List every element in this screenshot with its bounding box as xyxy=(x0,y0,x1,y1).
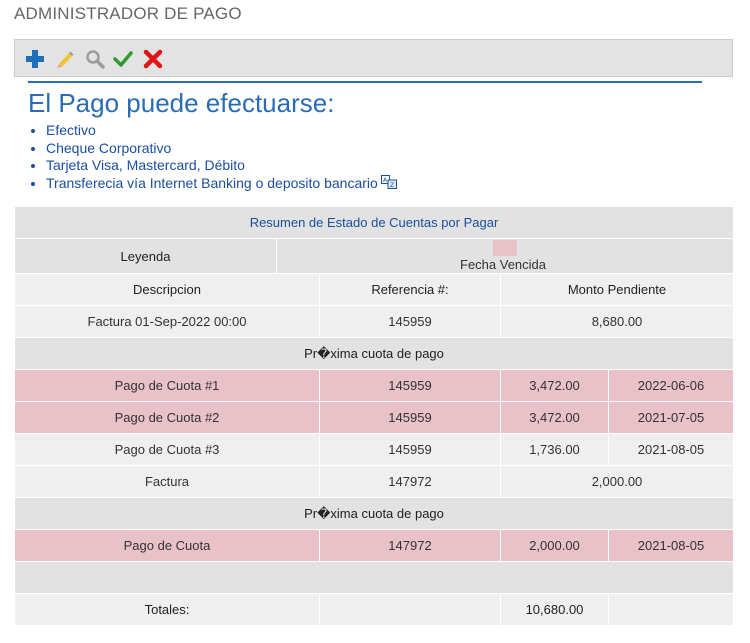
invoice-reference: 147972 xyxy=(319,465,501,498)
check-icon[interactable] xyxy=(112,48,134,70)
spacer-row xyxy=(14,561,734,594)
summary-title: Resumen de Estado de Cuentas por Pagar xyxy=(14,206,734,239)
spacer-cell xyxy=(14,561,734,594)
section-divider xyxy=(28,81,702,83)
legend-row: Leyenda Fecha Vencida xyxy=(14,238,734,274)
section-row: Pr�xima cuota de pago xyxy=(14,337,734,370)
installment-description: Pago de Cuota #2 xyxy=(14,401,320,434)
installment-reference: 145959 xyxy=(319,401,501,434)
section-row: Pr�xima cuota de pago xyxy=(14,497,734,530)
installment-description: Pago de Cuota #3 xyxy=(14,433,320,466)
invoice-amount: 8,680.00 xyxy=(500,305,734,338)
col-header-description: Descripcion xyxy=(14,273,320,306)
installment-row: Pago de Cuota #1 145959 3,472.00 2022-06… xyxy=(14,369,734,402)
installment-date: 2021-08-05 xyxy=(608,433,734,466)
totals-empty-cell xyxy=(319,593,501,626)
installment-amount: 3,472.00 xyxy=(500,401,609,434)
payment-methods-list: Efectivo Cheque Corporativo Tarjeta Visa… xyxy=(28,122,397,193)
installment-description: Pago de Cuota xyxy=(14,529,320,562)
installment-date: 2022-06-06 xyxy=(608,369,734,402)
installment-amount: 3,472.00 xyxy=(500,369,609,402)
translate-icon[interactable]: AZ xyxy=(380,174,397,194)
invoice-row: Factura 01-Sep-2022 00:00 145959 8,680.0… xyxy=(14,305,734,338)
edit-pencil-icon[interactable] xyxy=(54,48,76,70)
invoice-description: Factura 01-Sep-2022 00:00 xyxy=(14,305,320,338)
installment-date: 2021-07-05 xyxy=(608,401,734,434)
payment-heading: El Pago puede efectuarse: xyxy=(28,88,335,118)
section-label: Pr�xima cuota de pago xyxy=(14,337,734,370)
invoice-row: Factura 147972 2,000.00 xyxy=(14,465,734,498)
search-magnifier-icon[interactable] xyxy=(84,48,106,70)
page-title: ADMINISTRADOR DE PAGO xyxy=(14,4,242,23)
totals-empty-cell xyxy=(608,593,734,626)
installment-row: Pago de Cuota 147972 2,000.00 2021-08-05 xyxy=(14,529,734,562)
installment-row: Pago de Cuota #3 145959 1,736.00 2021-08… xyxy=(14,433,734,466)
installment-reference: 147972 xyxy=(319,529,501,562)
installment-reference: 145959 xyxy=(319,369,501,402)
delete-x-icon[interactable] xyxy=(142,48,164,70)
installment-date: 2021-08-05 xyxy=(608,529,734,562)
totals-row: Totales: 10,680.00 xyxy=(14,593,734,626)
installment-row: Pago de Cuota #2 145959 3,472.00 2021-07… xyxy=(14,401,734,434)
summary-title-row: Resumen de Estado de Cuentas por Pagar xyxy=(14,206,734,239)
overdue-swatch xyxy=(493,240,517,256)
legend-item-label: Fecha Vencida xyxy=(460,257,547,272)
installment-amount: 2,000.00 xyxy=(500,529,609,562)
payment-method-item: Transferecia vía Internet Banking o depo… xyxy=(46,174,397,194)
totals-amount: 10,680.00 xyxy=(500,593,609,626)
invoice-reference: 145959 xyxy=(319,305,501,338)
legend-label: Leyenda xyxy=(14,238,277,274)
svg-text:Z: Z xyxy=(390,182,394,189)
col-header-amount: Monto Pendiente xyxy=(500,273,734,306)
toolbar xyxy=(14,39,733,77)
payment-method-item: Tarjeta Visa, Mastercard, Débito xyxy=(46,157,397,175)
installment-description: Pago de Cuota #1 xyxy=(14,369,320,402)
column-header-row: Descripcion Referencia #: Monto Pendient… xyxy=(14,273,734,306)
payment-method-item: Cheque Corporativo xyxy=(46,140,397,158)
totals-label: Totales: xyxy=(14,593,320,626)
installment-amount: 1,736.00 xyxy=(500,433,609,466)
invoice-description: Factura xyxy=(14,465,320,498)
section-label: Pr�xima cuota de pago xyxy=(14,497,734,530)
add-icon[interactable] xyxy=(24,48,46,70)
invoice-amount: 2,000.00 xyxy=(500,465,734,498)
legend-item: Fecha Vencida xyxy=(276,238,734,274)
payment-method-item: Efectivo xyxy=(46,122,397,140)
col-header-reference: Referencia #: xyxy=(319,273,501,306)
installment-reference: 145959 xyxy=(319,433,501,466)
account-summary-table: Resumen de Estado de Cuentas por Pagar L… xyxy=(14,206,734,626)
